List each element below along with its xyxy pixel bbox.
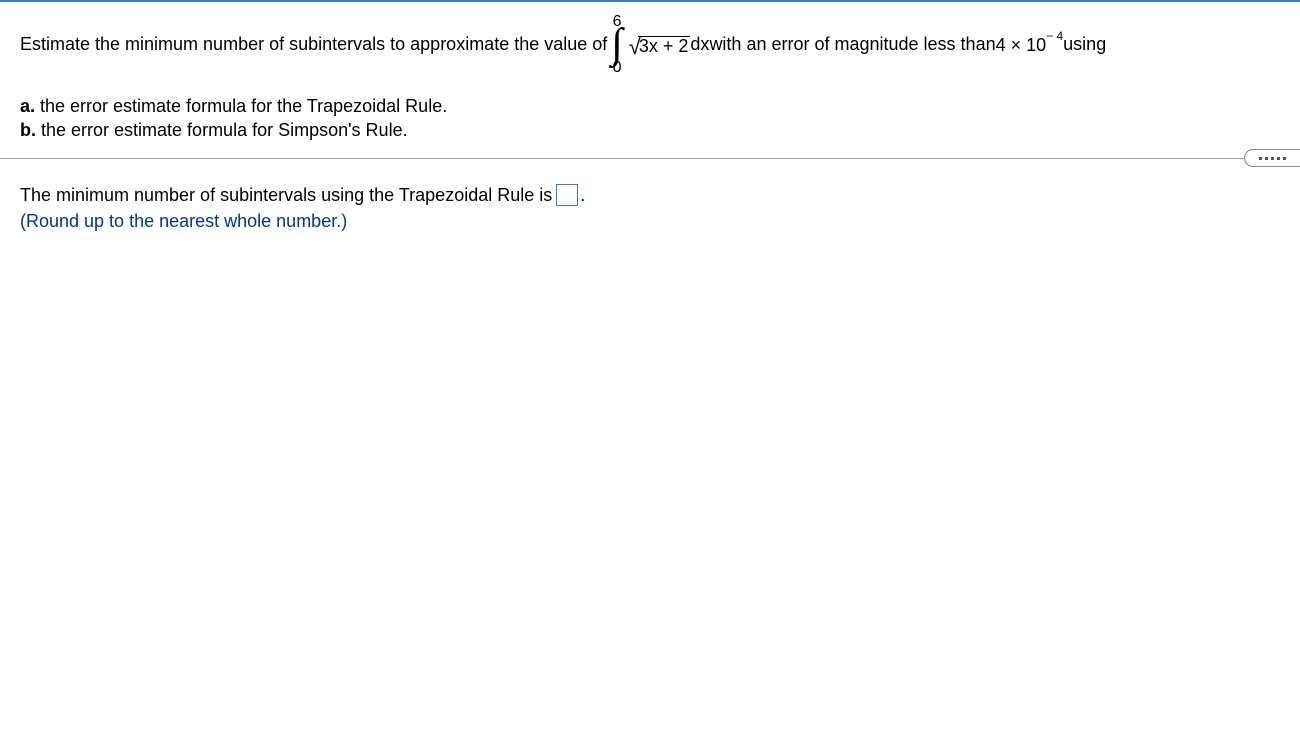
answer-prompt-after: . xyxy=(580,182,585,208)
question-content: Estimate the minimum number of subinterv… xyxy=(0,14,1300,142)
square-root: √ 3x + 2 xyxy=(629,34,691,56)
part-a-text: the error estimate formula for the Trape… xyxy=(35,96,447,116)
part-b-label: b. xyxy=(20,120,36,140)
integral-sign-icon: ∫ xyxy=(611,28,623,62)
error-coefficient: 4 xyxy=(996,35,1006,55)
integral-expression: 6 ∫ 0 xyxy=(611,14,623,76)
question-mid-text: with an error of magnitude less than xyxy=(709,33,995,56)
dot-icon xyxy=(1259,157,1262,160)
radicand-text: 3x + 2 xyxy=(638,36,691,57)
error-times: × 10 xyxy=(1006,35,1047,55)
integral-lower-limit: 0 xyxy=(613,60,622,76)
answer-prompt-before: The minimum number of subintervals using… xyxy=(20,182,552,208)
more-options-button[interactable] xyxy=(1244,149,1300,167)
answer-input[interactable] xyxy=(556,184,578,206)
answer-prompt-line: The minimum number of subintervals using… xyxy=(20,182,1280,208)
top-accent-border xyxy=(0,0,1300,2)
question-statement: Estimate the minimum number of subinterv… xyxy=(20,14,1280,76)
answer-hint: (Round up to the nearest whole number.) xyxy=(20,208,1280,234)
divider-line xyxy=(0,158,1300,159)
integrand: √ 3x + 2 dx xyxy=(627,33,710,56)
question-intro-text: Estimate the minimum number of subinterv… xyxy=(20,33,607,56)
question-parts: a. the error estimate formula for the Tr… xyxy=(20,94,1280,143)
dx-text: dx xyxy=(690,33,709,56)
dot-icon xyxy=(1265,157,1268,160)
part-b-text: the error estimate formula for Simpson's… xyxy=(36,120,408,140)
question-tail-text: using xyxy=(1063,33,1106,56)
part-a-label: a. xyxy=(20,96,35,116)
answer-area: The minimum number of subintervals using… xyxy=(0,182,1300,234)
section-divider xyxy=(0,148,1300,168)
error-magnitude: 4 × 10− 4 xyxy=(996,33,1064,57)
dot-icon xyxy=(1283,157,1286,160)
error-exponent: − 4 xyxy=(1046,29,1063,43)
dot-icon xyxy=(1271,157,1274,160)
dot-icon xyxy=(1277,157,1280,160)
part-b: b. the error estimate formula for Simpso… xyxy=(20,118,1280,142)
part-a: a. the error estimate formula for the Tr… xyxy=(20,94,1280,118)
